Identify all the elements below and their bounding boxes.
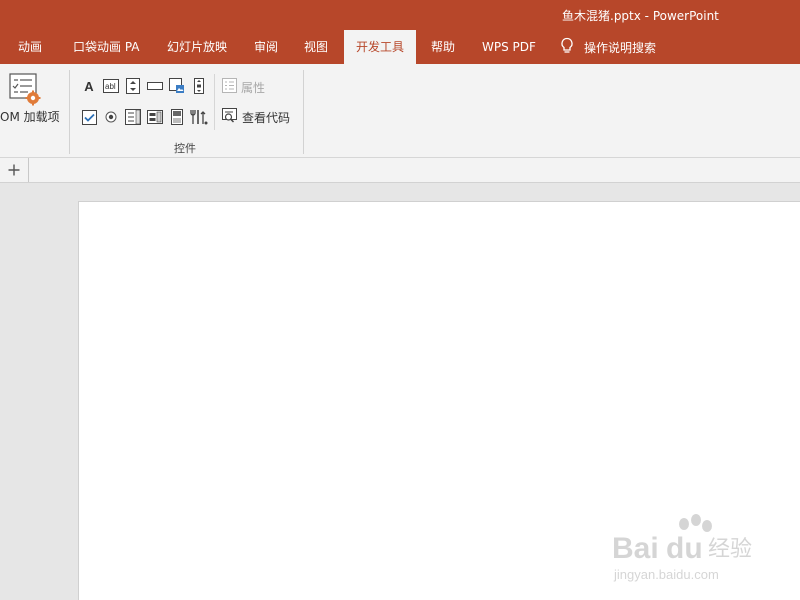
checkbox-control-icon [81,109,97,125]
view-code-label: 查看代码 [242,110,291,125]
svg-text:Bai: Bai [612,532,659,565]
view-code-icon [222,108,238,126]
title-bar: 鱼木混猪.pptx - PowerPoint [0,0,800,30]
tab-wps-pdf[interactable]: WPS PDF [482,30,536,64]
tab-help[interactable]: 帮助 [431,30,455,64]
textbox-control-icon: abl [103,79,119,93]
ribbon-tab-row: 动画 口袋动画 PA 幻灯片放映 审阅 视图 开发工具 帮助 WPS PDF 操… [0,30,800,64]
svg-text:du: du [666,532,703,565]
tell-me-search[interactable]: 操作说明搜索 [560,30,656,64]
command-button-icon [147,80,163,92]
tab-review[interactable]: 审阅 [254,30,278,64]
tab-pocket-animation[interactable]: 口袋动画 PA [73,30,140,64]
plus-icon [8,161,20,180]
spin-button-icon [126,78,140,94]
scrollbar-control-button[interactable] [190,77,208,95]
spin-button-control[interactable] [124,77,142,95]
image-control-icon [169,78,185,94]
tell-me-label: 操作说明搜索 [584,40,657,55]
command-button-control[interactable] [146,77,164,95]
com-addins-button[interactable]: OM 加载项 [0,68,64,126]
combo-box-control-button[interactable] [146,108,164,126]
more-controls-button[interactable] [190,108,208,126]
group-divider [303,70,304,154]
tab-developer[interactable]: 开发工具 [344,30,417,64]
properties-icon [222,78,237,96]
list-box-icon [125,109,141,125]
tools-icon [190,109,208,125]
label-control-button[interactable]: A [80,77,98,95]
com-addins-label: OM 加载项 [0,110,60,124]
add-section-button[interactable] [0,158,29,182]
tab-animations[interactable]: 动画 [18,30,42,64]
scrollbar-control-icon [194,78,204,94]
controls-divider [214,74,215,130]
textbox-control-button[interactable]: abl [102,77,120,95]
svg-text:经验: 经验 [708,537,752,562]
view-code-button[interactable]: 查看代码 [222,108,290,126]
label-control-glyph: A [84,78,94,94]
group-divider [69,70,70,154]
properties-label: 属性 [241,80,266,95]
tab-view[interactable]: 视图 [304,30,328,64]
toggle-button-control[interactable] [168,108,186,126]
document-title: 鱼木混猪.pptx - PowerPoint [562,9,719,23]
ribbon-developer: OM 加载项 A abl 属性 查看代码 控件 [0,64,800,158]
tab-slide-show[interactable]: 幻灯片放映 [167,30,227,64]
svg-text:jingyan.baidu.com: jingyan.baidu.com [613,567,719,582]
option-button-control[interactable] [102,108,120,126]
list-box-control-button[interactable] [124,108,142,126]
baidu-watermark: Bai du 经验 jingyan.baidu.com [612,514,762,584]
image-control-button[interactable] [168,77,186,95]
lightbulb-icon [560,37,574,58]
properties-button: 属性 [222,78,265,96]
controls-group-label: 控件 [174,142,196,155]
section-bar [0,158,800,183]
combo-box-icon [147,110,163,124]
option-button-icon [104,110,118,124]
svg-text:abl: abl [105,82,116,91]
toggle-button-icon [171,109,183,125]
checkbox-control-button[interactable] [80,108,98,126]
com-addins-icon [8,72,42,110]
